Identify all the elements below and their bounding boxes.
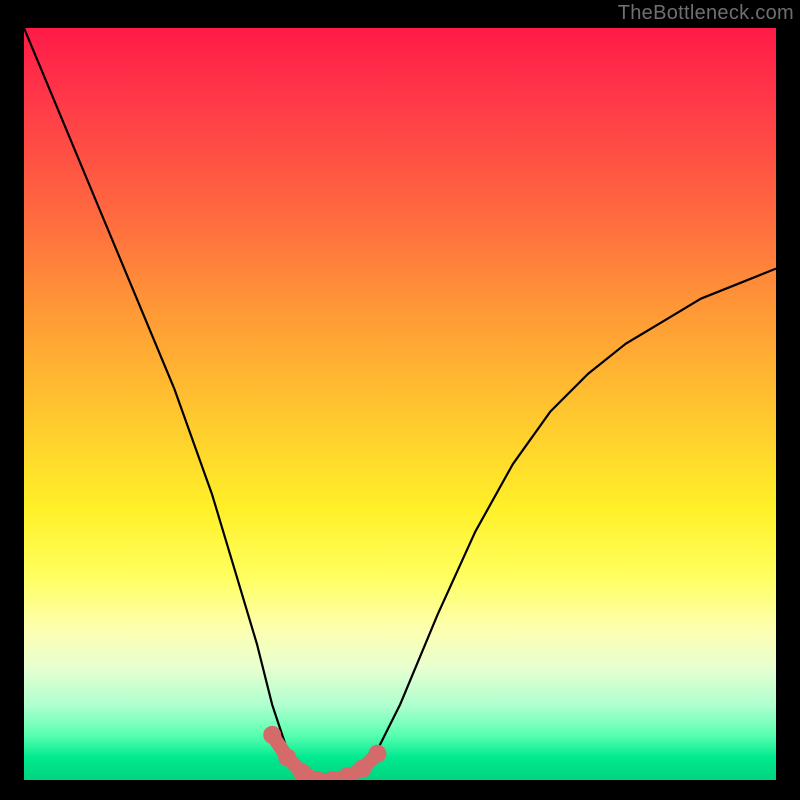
bottleneck-curve-line: [24, 28, 776, 780]
watermark-text: TheBottleneck.com: [618, 2, 794, 25]
chart-stage: TheBottleneck.com: [0, 0, 800, 800]
marker-dot: [353, 760, 371, 778]
marker-dot: [278, 748, 296, 766]
chart-svg: [24, 28, 776, 780]
plot-area: [24, 28, 776, 780]
marker-dot: [368, 745, 386, 763]
marker-dot: [263, 726, 281, 744]
